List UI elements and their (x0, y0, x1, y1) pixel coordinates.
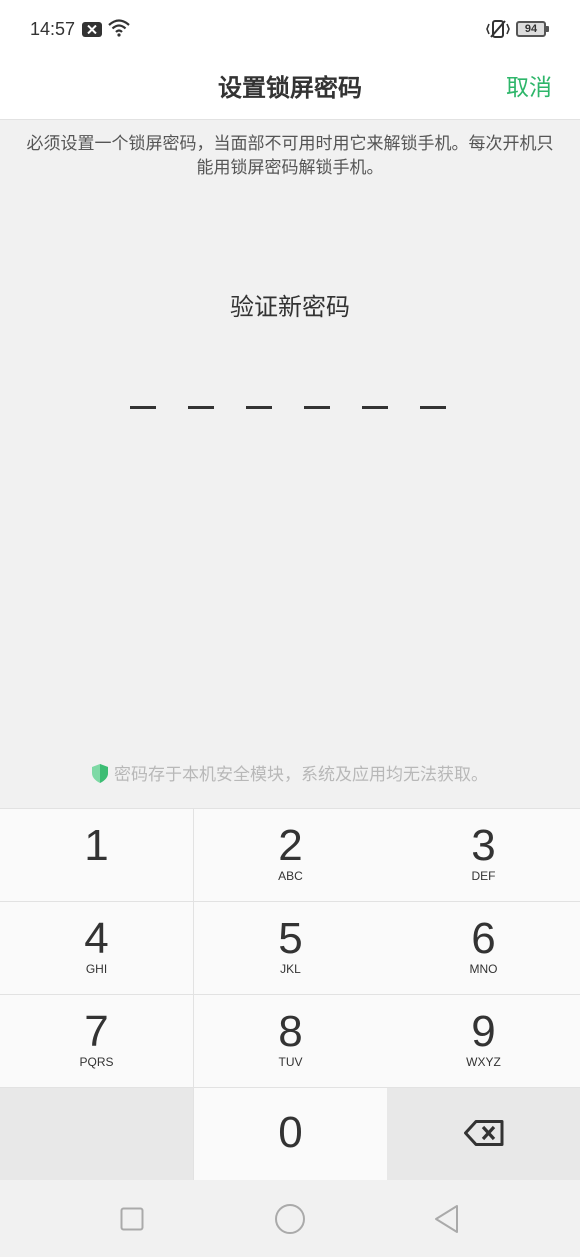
secure-note: 密码存于本机安全模块，系统及应用均无法获取。 (0, 760, 580, 788)
home-circle-icon[interactable] (274, 1203, 306, 1239)
key-digit: 8 (278, 1007, 303, 1056)
key-3[interactable]: 3 DEF (387, 809, 580, 901)
pin-slot (130, 406, 156, 409)
backspace-button[interactable] (387, 1088, 580, 1180)
key-1[interactable]: 1 (0, 809, 193, 901)
key-letters: DEF (471, 869, 496, 883)
key-digit: 7 (84, 1007, 109, 1056)
key-digit: 5 (278, 914, 303, 963)
pin-slot (362, 406, 388, 409)
key-letters: GHI (85, 962, 108, 976)
pin-slot (420, 406, 446, 409)
key-letters: ABC (278, 869, 303, 883)
key-4[interactable]: 4 GHI (0, 902, 193, 994)
header: 设置锁屏密码 取消 (0, 60, 580, 120)
battery-icon: 94 (516, 21, 549, 37)
key-6[interactable]: 6 MNO (387, 902, 580, 994)
key-letters: PQRS (79, 1055, 114, 1069)
status-bar: 14:57 94 (0, 0, 580, 60)
verify-prompt: 验证新密码 (230, 293, 350, 321)
key-letters: JKL (280, 962, 301, 976)
notification-x-icon (82, 22, 102, 37)
recents-square-icon[interactable] (120, 1207, 144, 1235)
description-text: 必须设置一个锁屏密码，当面部不可用时用它来解锁手机。每次开机只能用锁屏密码解锁手… (26, 134, 554, 178)
key-7[interactable]: 7 PQRS (0, 995, 193, 1087)
key-8[interactable]: 8 TUV (194, 995, 387, 1087)
key-digit: 2 (278, 821, 303, 870)
pin-slot (304, 406, 330, 409)
back-triangle-icon[interactable] (434, 1204, 460, 1238)
key-letters: WXYZ (466, 1055, 501, 1069)
pin-slot (188, 406, 214, 409)
key-digit: 6 (471, 914, 496, 963)
key-digit: 1 (84, 821, 109, 870)
numeric-keypad: 1 2 ABC 3 DEF 4 GHI 5 JKL 6 MNO 7 PQRS 8… (0, 808, 580, 1180)
cancel-button[interactable]: 取消 (506, 68, 552, 102)
key-blank (0, 1088, 193, 1180)
key-digit: 4 (84, 914, 109, 963)
shield-icon (92, 764, 108, 788)
status-time: 14:57 (30, 19, 76, 39)
key-digit: 3 (471, 821, 496, 870)
secure-note-text: 密码存于本机安全模块，系统及应用均无法获取。 (114, 765, 488, 785)
key-letters: TUV (278, 1055, 303, 1069)
page-title: 设置锁屏密码 (218, 74, 362, 102)
pin-slot (246, 406, 272, 409)
key-digit: 9 (471, 1007, 496, 1056)
key-0[interactable]: 0 (194, 1088, 387, 1180)
key-2[interactable]: 2 ABC (194, 809, 387, 901)
navigation-bar (0, 1180, 580, 1257)
wifi-icon (108, 19, 130, 41)
pin-indicator (130, 406, 450, 410)
key-5[interactable]: 5 JKL (194, 902, 387, 994)
backspace-icon (464, 1120, 504, 1146)
vibrate-icon (486, 18, 510, 44)
key-9[interactable]: 9 WXYZ (387, 995, 580, 1087)
key-digit: 0 (278, 1108, 303, 1157)
key-letters: MNO (469, 962, 498, 976)
